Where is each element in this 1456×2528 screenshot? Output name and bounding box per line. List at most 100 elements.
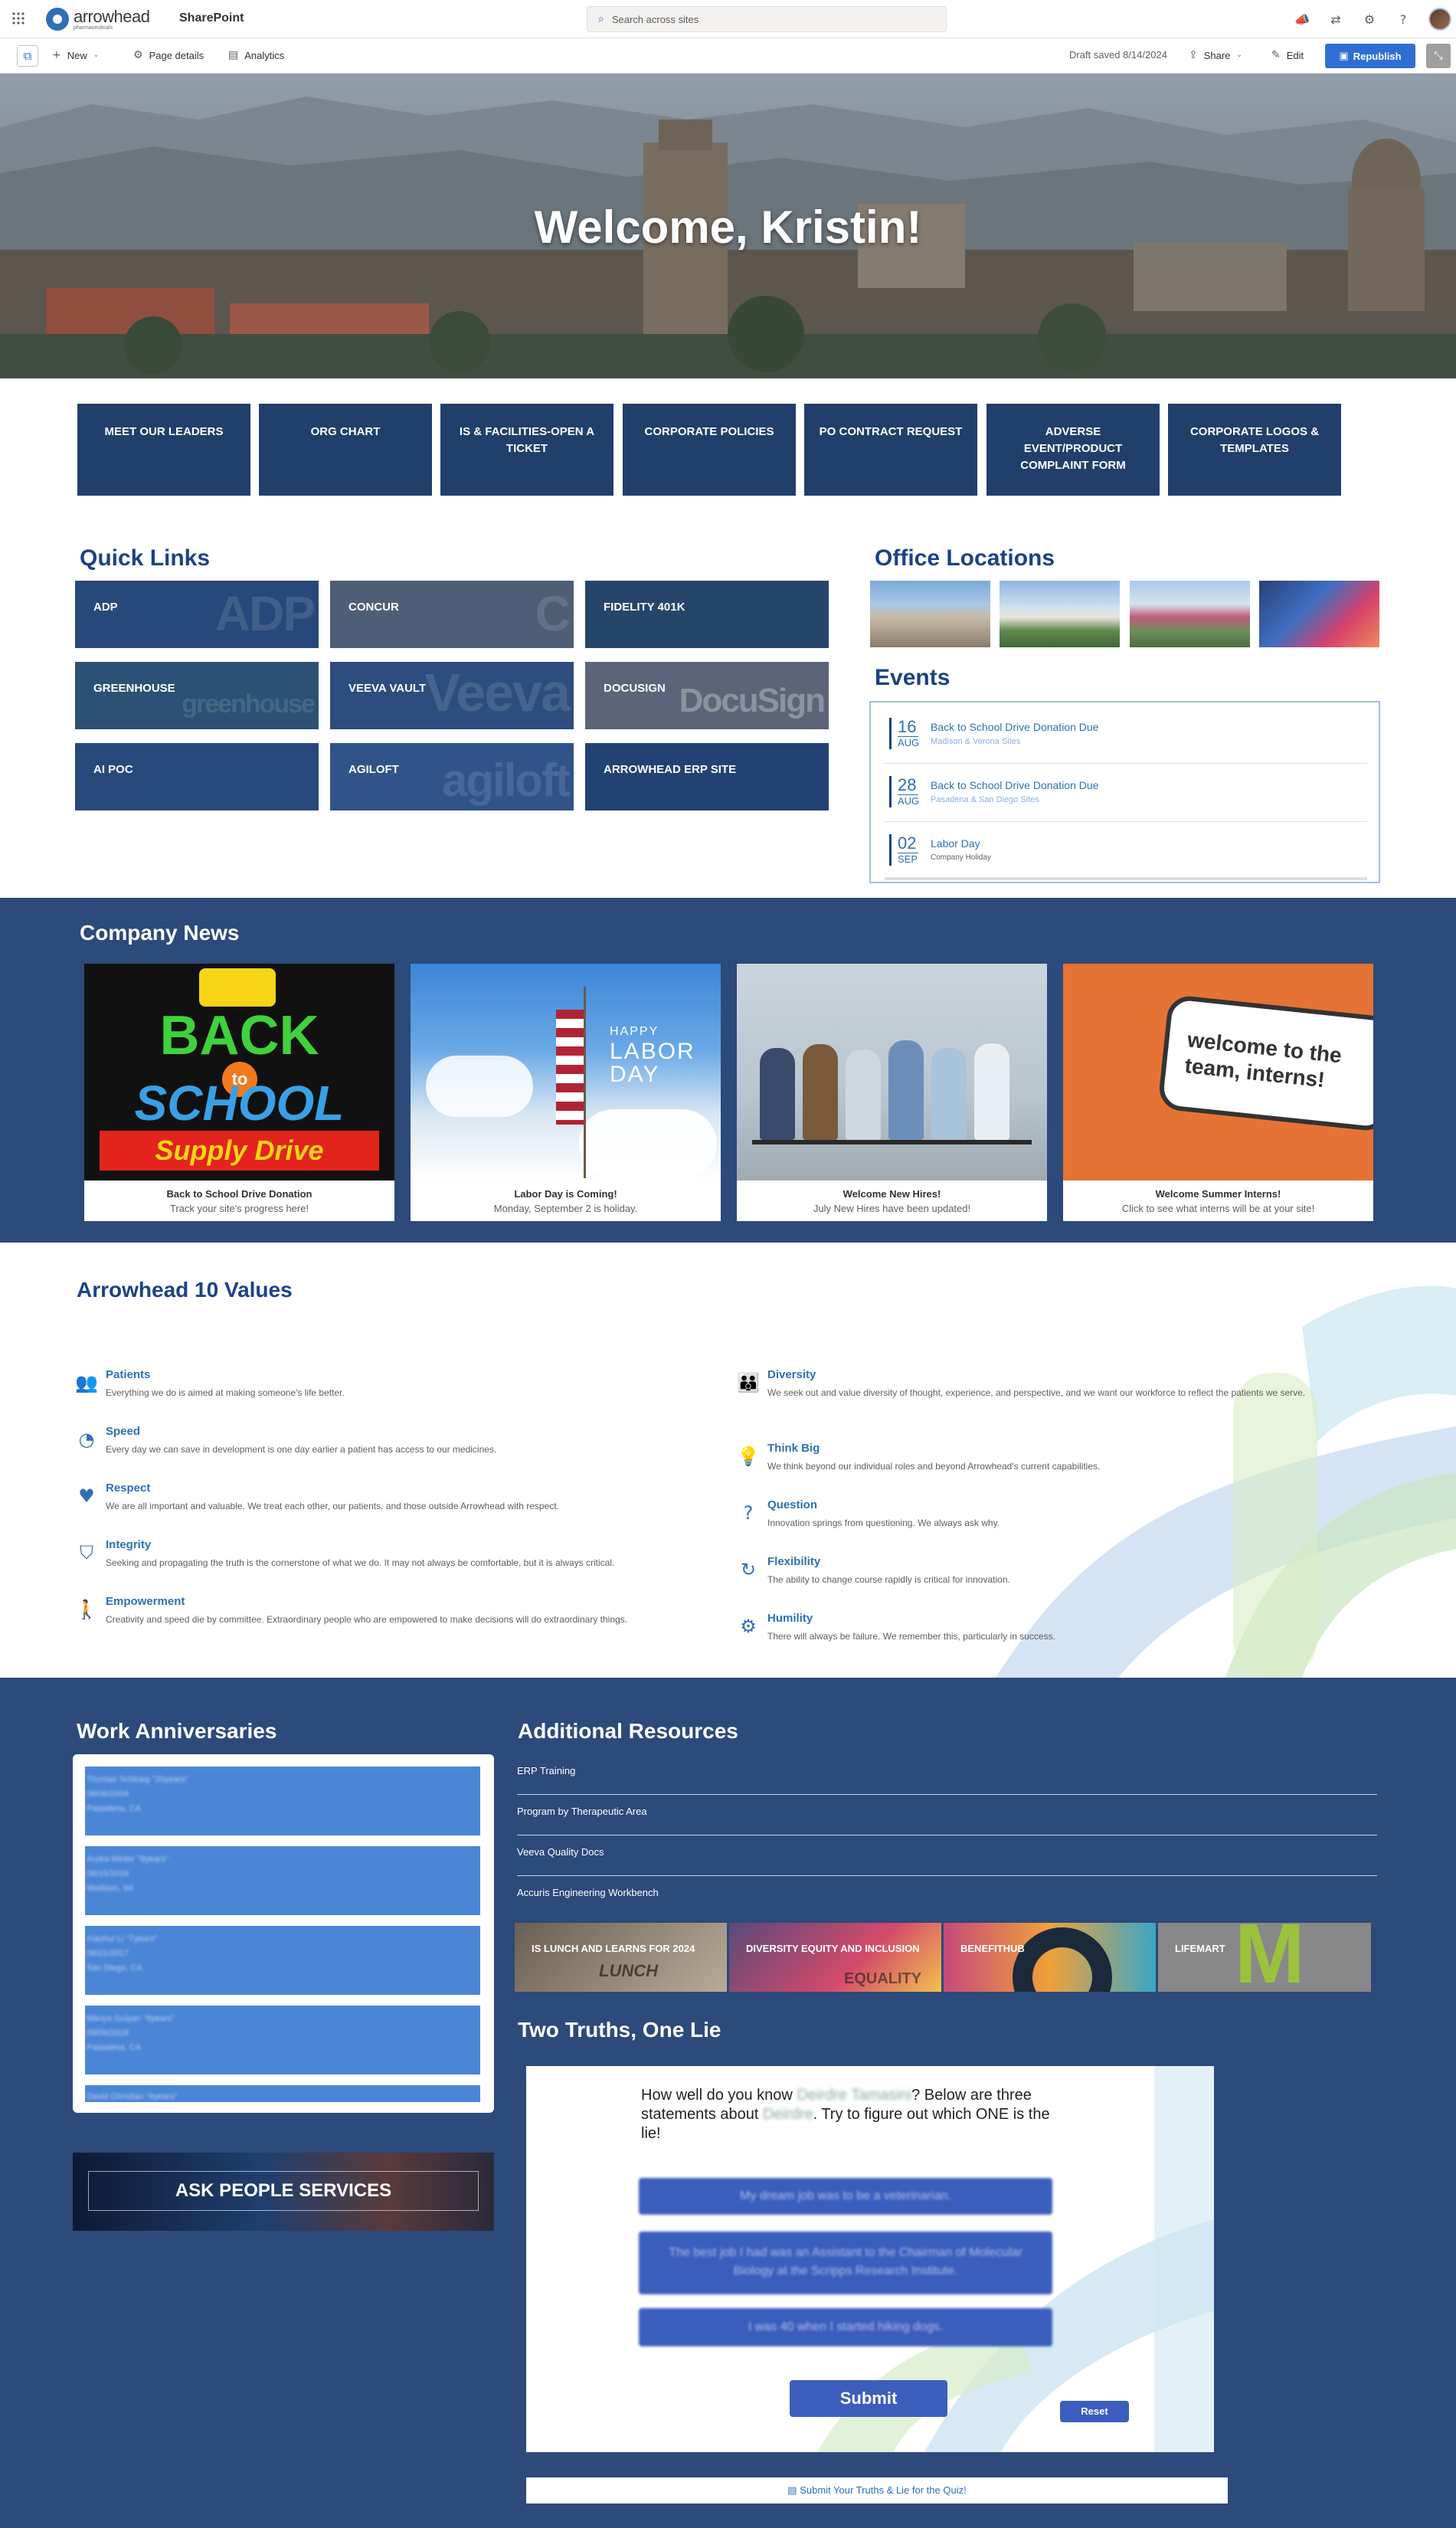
company-logo[interactable]: arrowhead pharmaceuticals	[46, 5, 150, 34]
chart-icon: ▤	[228, 49, 239, 61]
band-benefithub[interactable]: BENEFITHUB	[944, 1923, 1156, 1992]
analytics-label: Analytics	[244, 49, 285, 61]
band-label: IS LUNCH AND LEARNS FOR 2024	[532, 1943, 695, 1954]
quick-link-erp-site[interactable]: ARROWHEAD ERP SITE	[585, 743, 829, 810]
tile-org-chart[interactable]: ORG CHART	[259, 404, 432, 496]
resource-link[interactable]: Program by Therapeutic Area	[517, 1795, 1377, 1835]
quick-link-concur[interactable]: C CONCUR	[330, 581, 574, 648]
quiz-option-3[interactable]: I was 40 when I started hiking dogs.	[639, 2308, 1052, 2346]
page-details-button[interactable]: ⚙ Page details	[133, 49, 204, 61]
quick-link-fidelity[interactable]: FIDELITY 401K	[585, 581, 829, 648]
sync-icon[interactable]: ⇄	[1327, 11, 1344, 28]
quick-link-ai-poc[interactable]: AI POC	[75, 743, 319, 810]
anniversary-text: Thomas Schlueg "20years" 08/06/2004 Pasade…	[87, 1773, 188, 1816]
draft-status: Draft saved 8/14/2024	[1069, 49, 1167, 61]
tile-corporate-logos[interactable]: CORPORATE LOGOS & TEMPLATES	[1168, 404, 1341, 496]
tile-meet-our-leaders[interactable]: MEET OUR LEADERS	[77, 404, 250, 496]
anniversary-name: Xiaohui Li "7years"	[87, 1934, 158, 1943]
new-button[interactable]: + New ⌄	[52, 49, 99, 61]
resource-link[interactable]: Veeva Quality Docs	[517, 1835, 1377, 1876]
band-diversity-equity-inclusion[interactable]: EQUALITY DIVERSITY EQUITY AND INCLUSION	[729, 1923, 941, 1992]
resource-link[interactable]: Accuris Engineering Workbench	[517, 1876, 1377, 1917]
quiz-option-1[interactable]: My dream job was to be a veterinarian.	[639, 2178, 1052, 2215]
site-toggle-icon[interactable]: ⧉	[17, 45, 38, 67]
tile-corporate-policies[interactable]: CORPORATE POLICIES	[623, 404, 796, 496]
cloud-shape	[579, 1109, 717, 1178]
quiz-option-2[interactable]: The best job I had was an Assistant to t…	[639, 2232, 1052, 2294]
shield-icon: ⛉	[80, 1542, 93, 1564]
bench-shape	[752, 1140, 1032, 1144]
news-card[interactable]: HAPPY LABOR DAY Labor Day is Coming! Mon…	[411, 964, 721, 1221]
value-name: Speed	[106, 1425, 141, 1438]
news-subtitle: Track your site's progress here!	[169, 1203, 309, 1214]
anniversary-item[interactable]: David Christian "6years"	[85, 2085, 480, 2104]
analytics-button[interactable]: ▤ Analytics	[228, 49, 284, 61]
event-item[interactable]: 16 AUG Back to School Drive Donation Due …	[885, 712, 1367, 764]
anniversary-name: Mariya Gulyan "6years"	[87, 2014, 175, 2023]
quick-link-adp[interactable]: ADP ADP	[75, 581, 319, 648]
quick-link-agiloft[interactable]: agiloft AGILOFT	[330, 743, 574, 810]
tile-adverse-event-form[interactable]: ADVERSE EVENT/PRODUCT COMPLAINT FORM	[986, 404, 1160, 496]
share-button[interactable]: ⇪ Share ⌄	[1189, 49, 1242, 61]
submit-button[interactable]: Submit	[790, 2380, 947, 2417]
edit-button[interactable]: ✎ Edit	[1271, 49, 1304, 61]
anniversary-item[interactable]: Audra Minter "8years" 08/15/2016 Madison, …	[85, 1846, 480, 1917]
quick-link-veeva-vault[interactable]: Veeva VEEVA VAULT	[330, 662, 574, 729]
command-bar: ⧉ + New ⌄ ⚙ Page details ▤ Analytics Dra…	[0, 38, 1456, 74]
anniversary-item[interactable]: Mariya Gulyan "6years" 08/06/2018 Pasadena…	[85, 2006, 480, 2076]
tile-open-ticket[interactable]: IS & FACILITIES-OPEN A TICKET	[440, 404, 613, 496]
help-icon[interactable]: ?	[1395, 11, 1412, 28]
event-item[interactable]: 02 SEP Labor Day Company Holiday	[885, 828, 1367, 880]
value-name: Think Big	[767, 1442, 820, 1455]
clock-icon: ◔	[78, 1429, 95, 1450]
value-name: Question	[767, 1498, 818, 1511]
event-item[interactable]: 28 AUG Back to School Drive Donation Due …	[885, 770, 1367, 822]
value-description: Creativity and speed die by committee. E…	[106, 1614, 628, 1625]
tile-po-contract-request[interactable]: PO CONTRACT REQUEST	[804, 404, 977, 496]
band-watermark: LUNCH	[599, 1961, 658, 1980]
ask-people-services-banner[interactable]: ASK PEOPLE SERVICES	[73, 2153, 494, 2231]
news-card[interactable]: BACK to SCHOOL Supply Drive Back to Scho…	[84, 964, 394, 1221]
megaphone-icon[interactable]: 📣	[1294, 11, 1310, 28]
avatar[interactable]	[1428, 8, 1451, 31]
edit-label: Edit	[1286, 49, 1304, 61]
quick-link-docusign[interactable]: DocuSign DOCUSIGN	[585, 662, 829, 729]
resource-link[interactable]: ERP Training	[517, 1754, 1377, 1795]
value-name: Flexibility	[767, 1555, 821, 1568]
band-lunch-and-learns[interactable]: LUNCH IS LUNCH AND LEARNS FOR 2024	[515, 1923, 727, 1992]
collapse-icon[interactable]: ⤡	[1426, 44, 1451, 68]
event-date: 02 SEP	[889, 834, 918, 866]
heart-icon: ♥	[78, 1485, 95, 1507]
reset-button[interactable]: Reset	[1060, 2401, 1129, 2422]
office-photo-3[interactable]	[1130, 581, 1250, 647]
anniversary-date: 08/06/2004	[87, 1790, 129, 1799]
anniversary-location: Madison, WI	[87, 1884, 134, 1893]
submit-yours-link[interactable]: ▤ Submit Your Truths & Lie for the Quiz!	[526, 2477, 1228, 2503]
value-description: Seeking and propagating the truth is the…	[106, 1557, 615, 1568]
anniversary-item[interactable]: Xiaohui Li "7years" 08/21/2017 San Diego, …	[85, 1926, 480, 1996]
anniversary-item[interactable]: Thomas Schlueg "20years" 08/06/2004 Pasade…	[85, 1767, 480, 1837]
search-box[interactable]: ⌕ Search across sites	[587, 6, 947, 32]
settings-icon[interactable]: ⚙	[1361, 11, 1378, 28]
app-name[interactable]: SharePoint	[179, 11, 244, 25]
office-photo-4[interactable]	[1259, 581, 1379, 647]
plus-icon: +	[52, 49, 61, 61]
quick-link-label: CONCUR	[348, 601, 399, 614]
news-subtitle: Click to see what interns will be at you…	[1121, 1203, 1315, 1214]
office-photo-1[interactable]	[870, 581, 990, 647]
logo-mark-icon	[46, 8, 69, 31]
veeva-logo-watermark: Veeva	[424, 663, 571, 722]
news-card[interactable]: welcome to the team, interns! Welcome Sum…	[1063, 964, 1373, 1221]
value-description: Innovation springs from questioning. We …	[767, 1518, 1000, 1528]
news-image-text: DAY	[610, 1062, 660, 1087]
lifemart-logo-icon: M	[1235, 1923, 1305, 1992]
quick-link-greenhouse[interactable]: greenhouse GREENHOUSE	[75, 662, 319, 729]
republish-button[interactable]: ▣ Republish	[1325, 44, 1415, 68]
band-lifemart[interactable]: M LIFEMART	[1158, 1923, 1371, 1992]
office-photo-2[interactable]	[1000, 581, 1120, 647]
app-launcher-icon[interactable]	[11, 11, 26, 26]
news-card[interactable]: Welcome New Hires! July New Hires have b…	[737, 964, 1047, 1221]
flagpole	[584, 987, 586, 1178]
event-day: 28	[898, 775, 917, 794]
event-day: 02	[898, 833, 917, 853]
